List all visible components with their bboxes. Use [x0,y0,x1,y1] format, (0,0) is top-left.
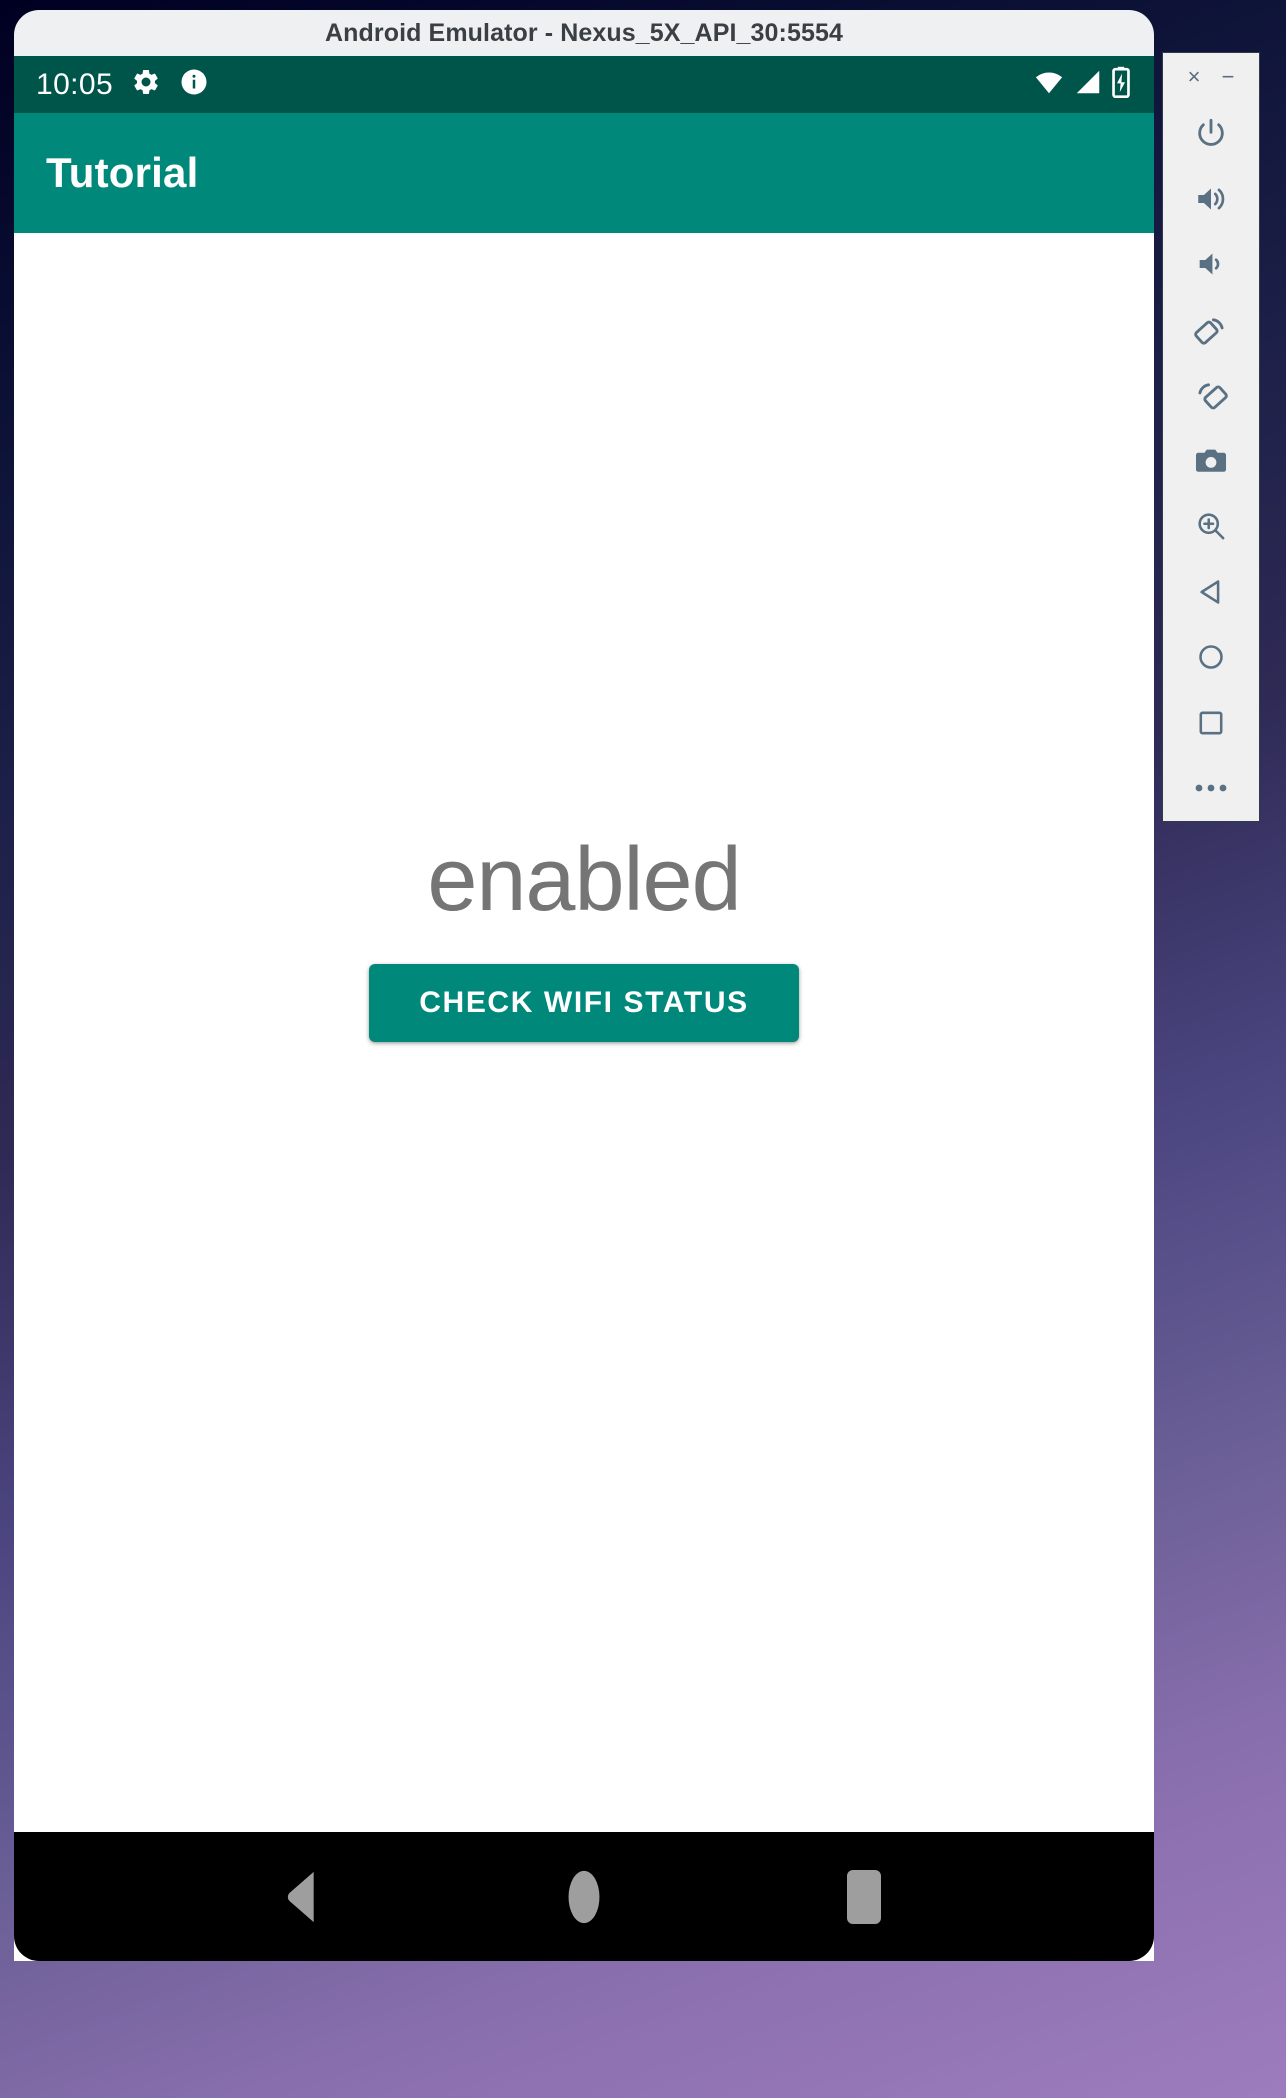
window-title: Android Emulator - Nexus_5X_API_30:5554 [325,18,843,47]
more-button[interactable] [1162,755,1260,820]
rotate-right-icon [1193,377,1229,413]
volume-up-button[interactable] [1162,166,1260,231]
rotate-right-button[interactable] [1162,363,1260,428]
screenshot-button[interactable] [1162,428,1260,493]
close-icon[interactable]: × [1181,64,1207,90]
app-bar: Tutorial [14,113,1154,233]
power-button[interactable] [1162,101,1260,166]
status-bar-left-group: 10:05 [36,67,209,102]
minimize-icon[interactable]: − [1215,64,1241,90]
volume-down-icon [1194,247,1228,281]
app-content: enabled CHECK WIFI STATUS [14,233,1154,1961]
info-icon [179,67,209,102]
gear-icon [131,67,161,102]
status-bar-clock: 10:05 [36,67,114,101]
volume-up-icon [1194,182,1228,216]
nav-back-button[interactable] [244,1832,364,1961]
check-wifi-status-button[interactable]: CHECK WIFI STATUS [369,963,799,1042]
android-status-bar: 10:05 [14,56,1154,113]
rotate-left-button[interactable] [1162,297,1260,362]
back-button[interactable] [1162,559,1260,624]
android-nav-bar [14,1832,1154,1961]
triangle-left-icon [1194,575,1228,609]
rotate-left-icon [1193,312,1229,348]
wifi-status-text: enabled [427,830,741,930]
power-icon [1194,116,1228,150]
app-bar-title: Tutorial [46,149,199,196]
nav-home-button[interactable] [524,1832,644,1961]
window-titlebar: Android Emulator - Nexus_5X_API_30:5554 [14,10,1154,56]
overview-button[interactable] [1162,690,1260,755]
home-button[interactable] [1162,625,1260,690]
zoom-in-icon [1194,509,1228,543]
wifi-icon [1032,67,1066,102]
emulator-toolbar: × − [1162,52,1260,822]
nav-recents-button[interactable] [804,1832,924,1961]
device-screen: 10:05 Tutorial enabled CHECK WIFI STATUS [14,56,1154,1961]
status-bar-right-group [1032,66,1132,103]
volume-down-button[interactable] [1162,232,1260,297]
emulator-window: Android Emulator - Nexus_5X_API_30:5554 … [14,10,1154,2090]
square-icon [1194,706,1228,740]
battery-charging-icon [1110,66,1132,103]
circle-icon [1194,640,1228,674]
ellipsis-icon [1193,781,1229,795]
cell-signal-icon [1073,67,1103,102]
zoom-button[interactable] [1162,494,1260,559]
camera-icon [1194,444,1228,478]
toolbar-window-controls: × − [1163,53,1259,101]
